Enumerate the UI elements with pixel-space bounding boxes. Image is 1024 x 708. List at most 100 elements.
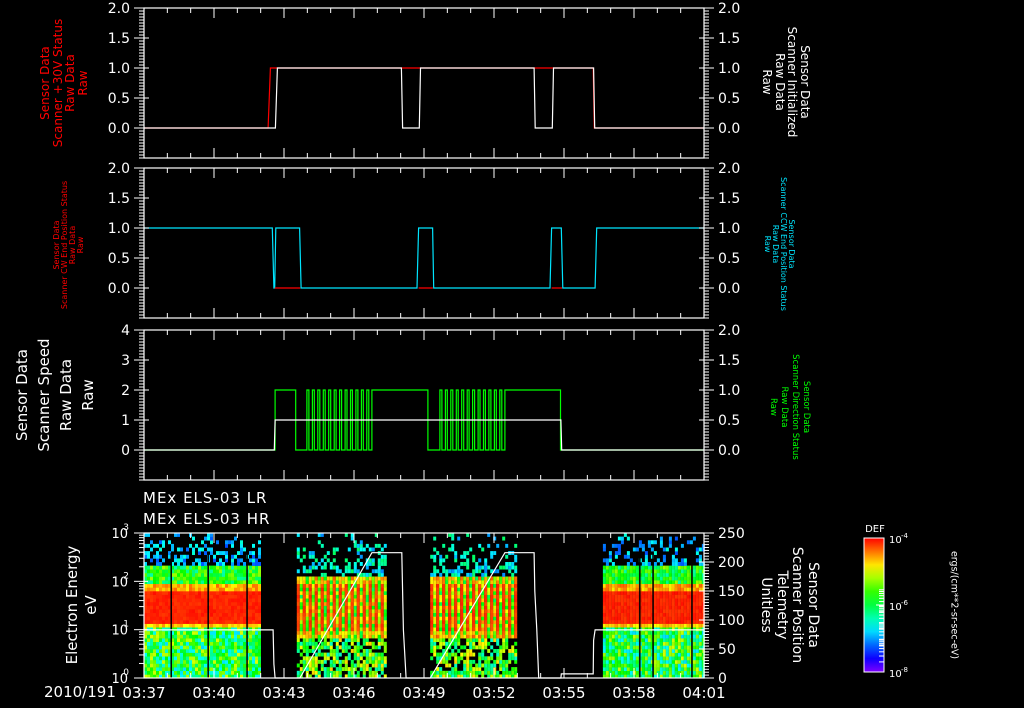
spectrogram-cell: [177, 670, 180, 675]
spectrogram-cell: [656, 572, 660, 577]
spectrogram-cell: [620, 609, 624, 614]
spectrogram-cell: [383, 543, 387, 548]
spectrogram-cell: [617, 594, 621, 599]
spectrogram-cell: [371, 645, 375, 650]
spectrogram-cell: [317, 627, 321, 632]
spectrogram-cell: [454, 598, 458, 603]
panel4-left-label: Electron Energy eV: [63, 546, 101, 665]
spectrogram-cell: [183, 641, 186, 646]
spectrogram-cell: [305, 605, 309, 610]
spectrogram-cell: [329, 605, 333, 610]
spectrogram-cell: [374, 569, 378, 574]
spectrogram-cell: [674, 616, 678, 621]
spectrogram-cell: [165, 627, 168, 632]
spectrogram-cell: [383, 609, 387, 614]
spectrogram-cell: [204, 543, 207, 548]
spectrogram-cell: [647, 630, 651, 635]
spectrogram-cell: [629, 659, 633, 664]
spectrogram-cell: [668, 572, 672, 577]
spectrogram-cell: [436, 569, 440, 574]
spectrogram-cell: [317, 587, 321, 592]
spectrogram-cell: [686, 667, 690, 672]
spectrogram-cell: [623, 605, 627, 610]
spectrogram-cell: [159, 630, 162, 635]
spectrogram-cell: [695, 594, 699, 599]
spectrogram-cell: [216, 623, 219, 628]
spectrogram-cell: [683, 591, 687, 595]
spectrogram-cell: [296, 547, 300, 552]
spectrogram-cell: [698, 594, 702, 599]
label-line: Raw: [75, 70, 90, 96]
spectrogram-cell: [344, 641, 348, 646]
spectrogram-cell: [228, 663, 231, 668]
spectrogram-cell: [439, 630, 443, 635]
spectrogram-cell: [165, 598, 168, 603]
spectrogram-cell: [626, 594, 630, 599]
spectrogram-cell: [496, 656, 500, 661]
spectrogram-cell: [626, 569, 630, 574]
spectrogram-cell: [698, 591, 702, 595]
spectrogram-cell: [222, 641, 225, 646]
spectrogram-cell: [228, 580, 231, 585]
spectrogram-cell: [641, 645, 645, 650]
spectrogram-cell: [377, 616, 381, 621]
spectrogram-cell: [210, 598, 213, 603]
spectrogram-cell: [496, 580, 500, 585]
spectrogram-cell: [147, 670, 150, 675]
spectrogram-cell: [198, 601, 201, 606]
spectrogram-cell: [638, 543, 642, 548]
spectrogram-cell: [308, 551, 312, 556]
spectrogram-cell: [608, 652, 612, 657]
spectrogram-cell: [192, 656, 195, 661]
spectrogram-cell: [329, 562, 333, 566]
spectrogram-cell: [683, 612, 687, 617]
spectrogram-cell: [326, 605, 330, 610]
spectrogram-cell: [198, 583, 201, 588]
spectrogram-cell: [626, 551, 630, 556]
spectrogram-cell: [653, 627, 657, 632]
spectrogram-cell: [674, 612, 678, 617]
spectrogram-cell: [377, 663, 381, 668]
spectrogram-cell: [445, 659, 449, 664]
spectrogram-cell: [451, 605, 455, 610]
spectrogram-cell: [359, 667, 363, 672]
spectrogram-cell: [383, 562, 387, 566]
spectrogram-cell: [611, 543, 615, 548]
spectrogram-cell: [183, 656, 186, 661]
spectrogram-cell: [460, 591, 464, 595]
spectrogram-cell: [296, 634, 300, 639]
spectrogram-cell: [457, 612, 461, 617]
spectrogram-cell: [445, 587, 449, 592]
spectrogram-cell: [686, 656, 690, 661]
spectrogram-cell: [626, 554, 630, 559]
spectrogram-cell: [356, 620, 360, 624]
spectrogram-cell: [198, 605, 201, 610]
spectrogram-cell: [255, 656, 258, 661]
spectrogram-cell: [210, 627, 213, 632]
spectrogram-cell: [451, 630, 455, 635]
spectrogram-cell: [222, 594, 225, 599]
spectrogram-cell: [153, 612, 156, 617]
spectrogram-cell: [620, 645, 624, 650]
spectrogram-cell: [204, 667, 207, 672]
x-tick-label: 04:01: [682, 684, 725, 702]
spectrogram-cell: [478, 620, 482, 624]
spectrogram-cell: [216, 656, 219, 661]
spectrogram-cell: [150, 659, 153, 664]
spectrogram-cell: [305, 576, 309, 581]
spectrogram-cell: [147, 645, 150, 650]
spectrogram-cell: [617, 536, 621, 541]
spectrogram-cell: [368, 652, 372, 657]
spectrogram-cell: [189, 634, 192, 639]
spectrogram-cell: [671, 638, 675, 643]
spectrogram-cell: [171, 547, 174, 552]
spectrogram-cell: [472, 554, 476, 559]
spectrogram-cell: [302, 601, 306, 606]
spectrogram-cell: [311, 616, 315, 621]
spectrogram-cell: [665, 601, 669, 606]
spectrogram-cell: [308, 667, 312, 672]
spectrogram-cell: [299, 634, 303, 639]
spectrogram-cell: [174, 554, 177, 559]
spectrogram-cell: [605, 667, 609, 672]
spectrogram-cell: [237, 572, 240, 577]
